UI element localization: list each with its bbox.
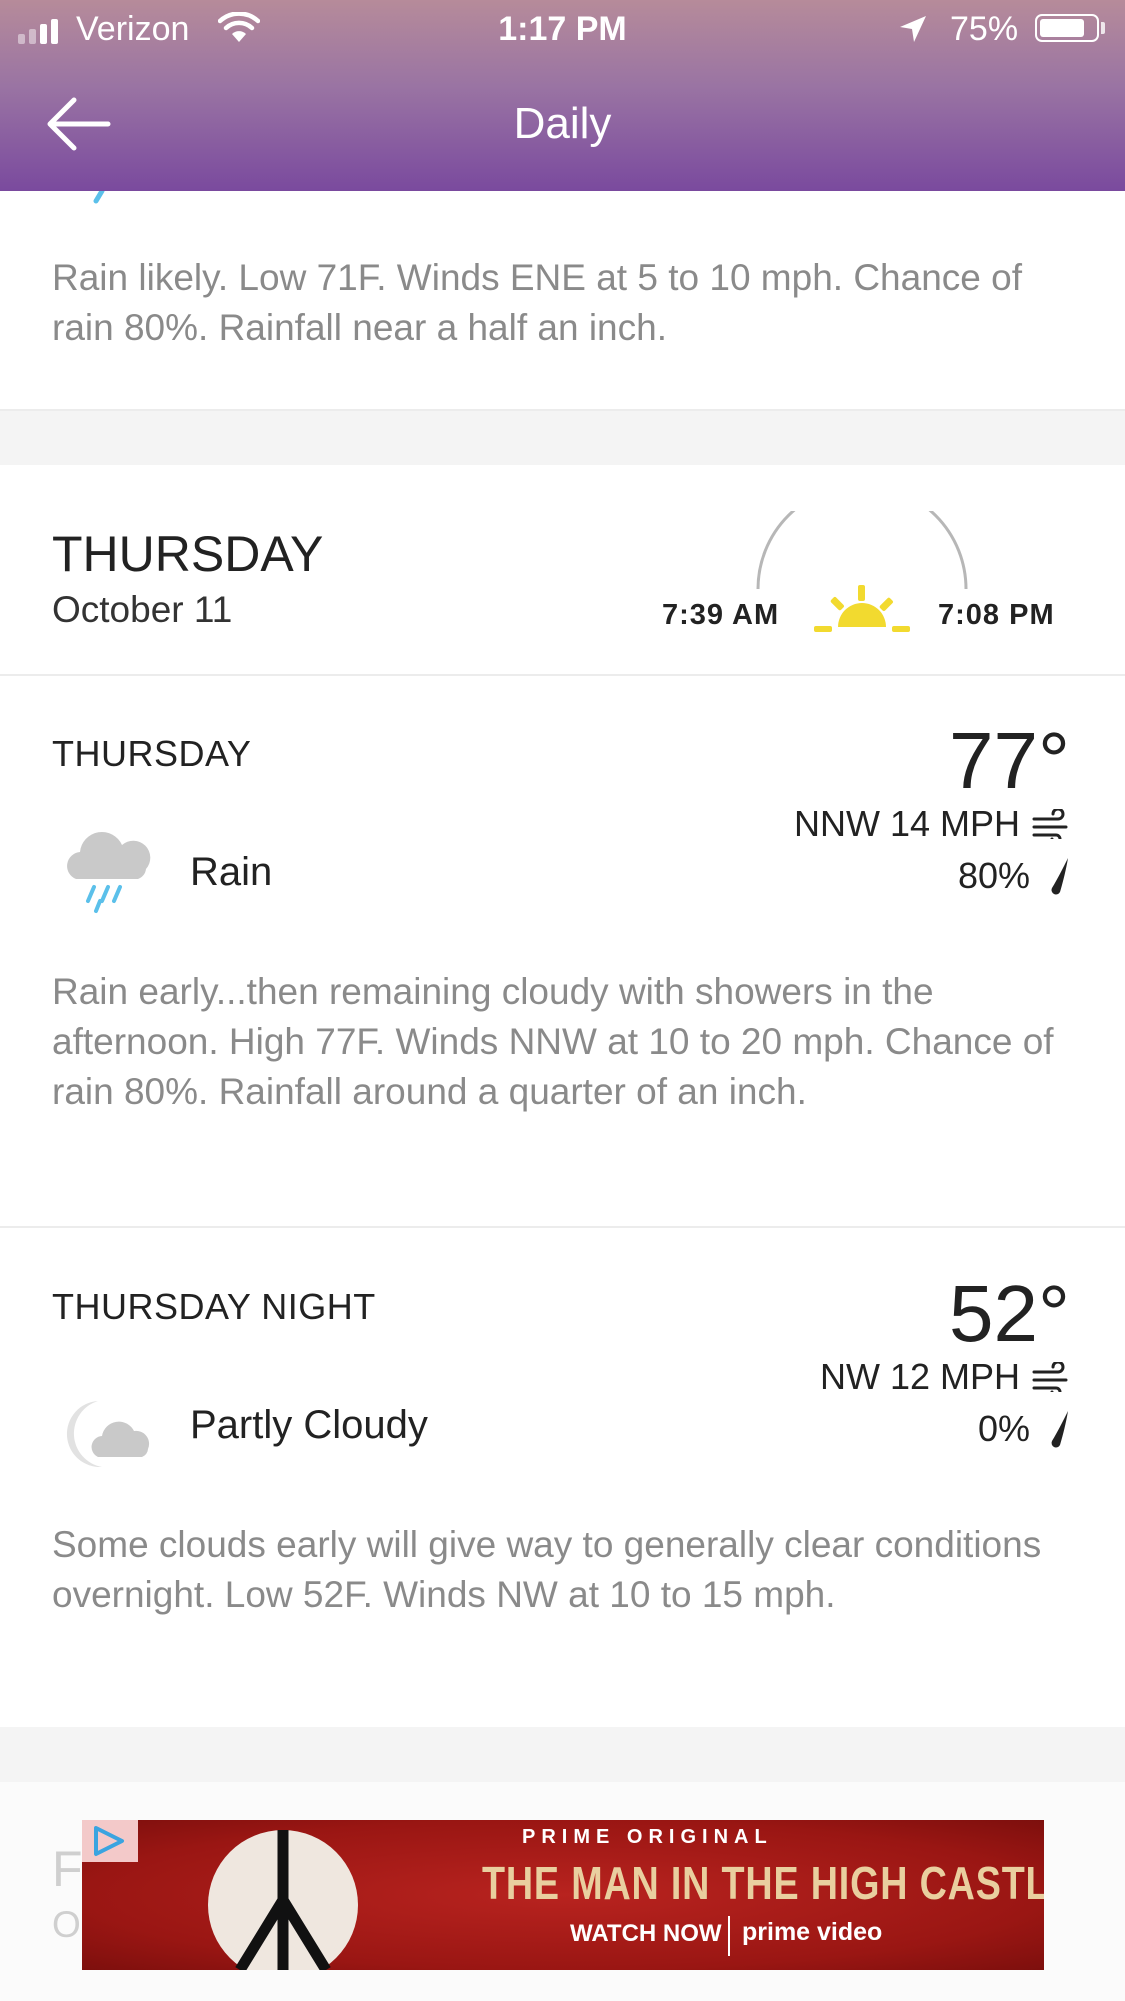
condition-label: Rain [190, 850, 273, 894]
wind-text: NW 12 MPH [819, 1356, 1020, 1397]
ad-separator [728, 1916, 730, 1956]
sun-arc-icon [756, 511, 968, 590]
status-bar: Verizon 1:17 PM 75% [0, 0, 1125, 62]
day-card: THURSDAY October 11 7:39 AM 7:08 PM THUR… [0, 465, 1125, 1727]
wind-icon [1032, 1362, 1068, 1392]
period-wind: NW 12 MPH [820, 1356, 1070, 1398]
precip-text: 80% [957, 855, 1030, 896]
battery-cap [1101, 22, 1105, 34]
location-arrow-icon [900, 16, 926, 42]
next-day-title-partial: F [52, 1841, 83, 1897]
period-label: THURSDAY [52, 733, 252, 774]
battery-percent: 75% [950, 10, 1019, 48]
period-description: Rain early...then remaining cloudy with … [52, 971, 1054, 1112]
rain-drop-icon [93, 191, 105, 204]
period-description: Rain likely. Low 71F. Winds ENE at 5 to … [52, 257, 1023, 348]
period-precip: 80% [958, 855, 1070, 897]
rain-cloud-icon [67, 831, 151, 913]
condition-label: Partly Cloudy [190, 1403, 428, 1447]
ad-headline: THE MAN IN THE HIGH CASTLE [482, 1857, 1044, 1909]
ad-kicker: PRIME ORIGINAL [522, 1826, 773, 1848]
divider [0, 409, 1125, 411]
ad-emblem-image [208, 1830, 358, 1970]
previous-period-card: Rain likely. Low 71F. Winds ENE at 5 to … [0, 191, 1125, 411]
day-name: THURSDAY [52, 526, 324, 582]
ad-choices-icon[interactable] [82, 1820, 138, 1862]
page-title: Daily [513, 99, 612, 148]
ad-banner[interactable]: PRIME ORIGINAL THE MAN IN THE HIGH CASTL… [82, 1820, 1044, 1970]
divider [0, 1226, 1125, 1228]
day-date: October 11 [52, 589, 233, 630]
rain-drop-icon [1051, 1411, 1068, 1448]
period-wind: NNW 14 MPH [794, 803, 1070, 845]
precip-text: 0% [977, 1408, 1030, 1449]
app-header: Verizon 1:17 PM 75% Daily [0, 0, 1125, 191]
period-label: THURSDAY NIGHT [52, 1286, 376, 1327]
period-temperature: 52° [949, 1269, 1070, 1358]
wind-text: NNW 14 MPH [793, 803, 1020, 844]
ad-watch-now[interactable]: WATCH NOW [570, 1920, 722, 1948]
divider [0, 674, 1125, 676]
period-description: Some clouds early will give way to gener… [52, 1524, 1042, 1615]
sun-icon [814, 585, 910, 632]
battery-icon [1035, 14, 1099, 42]
wind-icon [1032, 809, 1068, 839]
partly-cloudy-night-icon [66, 1401, 150, 1468]
period-precip: 0% [978, 1408, 1070, 1450]
sunset-time: 7:08 PM [938, 599, 1055, 631]
nav-bar: Daily [0, 62, 1125, 191]
rain-drop-icon [1051, 858, 1068, 895]
next-day-date-partial: O [52, 1904, 81, 1945]
period-temperature: 77° [949, 716, 1070, 805]
ad-brand: prime video [742, 1918, 883, 1946]
sunrise-time: 7:39 AM [662, 599, 780, 631]
